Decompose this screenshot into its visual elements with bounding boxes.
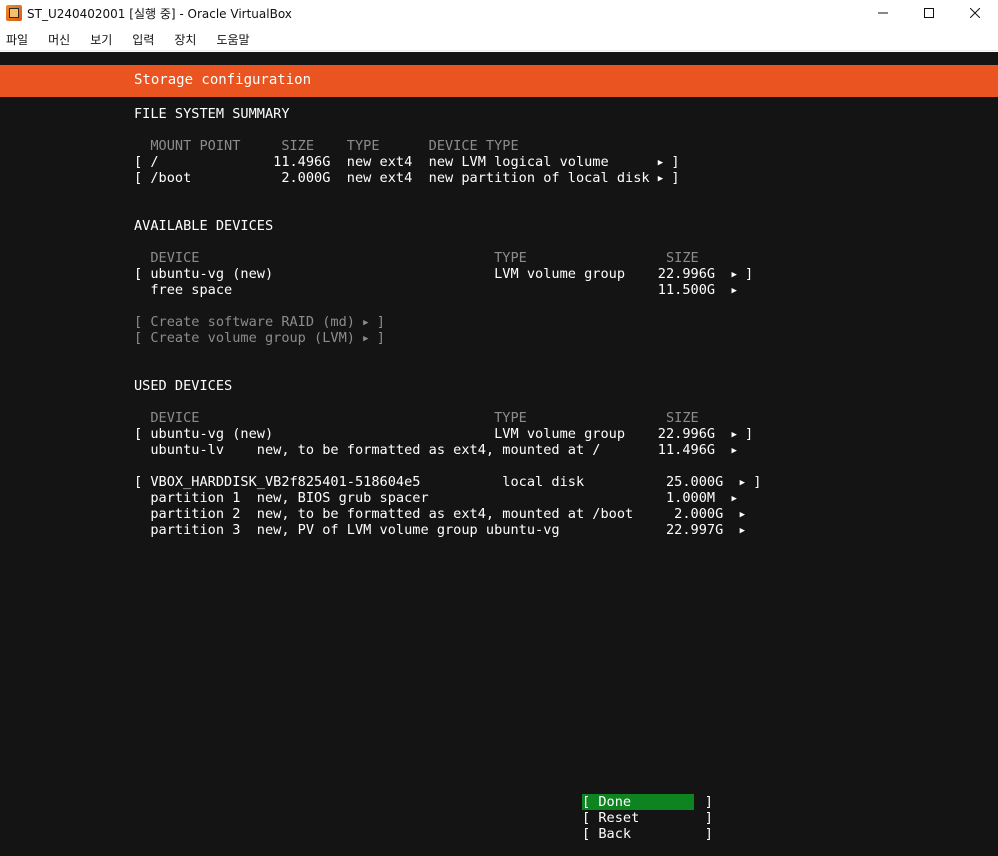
menu-bar: 파일 머신 보기 입력 장치 도움말 <box>0 28 998 51</box>
window-controls <box>860 0 998 26</box>
device-row-text: [ VBOX_HARDDISK_VB2f825401-518604e5 loca… <box>134 474 740 490</box>
expand-arrow-icon: ▶ <box>739 526 746 536</box>
back-button[interactable]: [ Back ] <box>582 826 713 842</box>
vm-screen[interactable]: Storage configuration FILE SYSTEM SUMMAR… <box>0 52 998 856</box>
expand-arrow-icon: ▶ <box>739 510 746 520</box>
window-title: ST_U240402001 [실행 중] - Oracle VirtualBox <box>27 7 292 21</box>
maximize-icon <box>924 8 934 18</box>
fs-summary-title: FILE SYSTEM SUMMARY <box>134 106 290 122</box>
installer-header: Storage configuration <box>0 65 998 97</box>
expand-arrow-icon: ▶ <box>363 318 369 328</box>
menu-input[interactable]: 입력 <box>126 31 162 48</box>
used-devices-title: USED DEVICES <box>134 378 233 394</box>
minimize-icon <box>878 12 888 14</box>
menu-devices[interactable]: 장치 <box>168 31 204 48</box>
expand-arrow-icon: ▶ <box>657 174 664 184</box>
available-devices-title: AVAILABLE DEVICES <box>134 218 274 234</box>
fs-row-text: [ / 11.496G new ext4 new LVM logical vol… <box>134 154 658 170</box>
minimize-button[interactable] <box>860 0 906 26</box>
expand-arrow-icon: ▶ <box>657 158 664 168</box>
menu-file[interactable]: 파일 <box>0 31 36 48</box>
expand-arrow-icon: ▶ <box>731 446 737 456</box>
expand-arrow-icon: ▶ <box>731 270 737 280</box>
device-row-text: partition 3 new, PV of LVM volume group … <box>134 522 740 538</box>
maximize-button[interactable] <box>906 0 952 26</box>
virtualbox-icon <box>6 5 22 21</box>
expand-arrow-icon: ▶ <box>731 286 737 296</box>
close-icon <box>970 8 980 18</box>
menu-machine[interactable]: 머신 <box>42 31 78 48</box>
device-row-text: partition 2 new, to be formatted as ext4… <box>134 506 740 522</box>
fs-row-boot[interactable]: [ /boot 2.000G new ext4 new partition of… <box>134 170 680 188</box>
fs-row-text: [ /boot 2.000G new ext4 new partition of… <box>134 170 658 186</box>
device-row-text: [ ubuntu-vg (new) LVM volume group 22.99… <box>134 266 732 282</box>
device-row-text: ubuntu-lv new, to be formatted as ext4, … <box>134 442 732 458</box>
window-title-bar: ST_U240402001 [실행 중] - Oracle VirtualBox <box>0 0 998 26</box>
done-button[interactable]: [ Done ] <box>582 794 713 810</box>
available-devices-header: DEVICE TYPE SIZE <box>134 250 699 266</box>
menu-view[interactable]: 보기 <box>84 31 120 48</box>
reset-button[interactable]: [ Reset ] <box>582 810 713 826</box>
expand-arrow-icon: ▶ <box>739 478 746 488</box>
device-row-text: [ ubuntu-vg (new) LVM volume group 22.99… <box>134 426 732 442</box>
device-row-text: partition 1 new, BIOS grub spacer 1.000M <box>134 490 732 506</box>
expand-arrow-icon: ▶ <box>363 334 369 344</box>
fs-summary-header: MOUNT POINT SIZE TYPE DEVICE TYPE <box>134 138 519 154</box>
used-devices-header: DEVICE TYPE SIZE <box>134 410 699 426</box>
used-row-partition-3[interactable]: partition 3 new, PV of LVM volume group … <box>134 522 745 540</box>
menu-help[interactable]: 도움말 <box>210 31 257 48</box>
close-button[interactable] <box>952 0 998 26</box>
expand-arrow-icon: ▶ <box>731 494 737 504</box>
used-row-ubuntu-lv[interactable]: ubuntu-lv new, to be formatted as ext4, … <box>134 442 737 460</box>
page-title: Storage configuration <box>134 72 312 88</box>
available-row-free-space[interactable]: free space 11.500G ▶ <box>134 282 737 300</box>
device-row-text: free space 11.500G <box>134 282 732 298</box>
create-volume-group-button: [ Create volume group (LVM) ▶ ] <box>134 330 385 346</box>
action-text: [ Create volume group (LVM) <box>134 330 364 346</box>
action-text: [ Create software RAID (md) <box>134 314 364 330</box>
expand-arrow-icon: ▶ <box>731 430 737 440</box>
